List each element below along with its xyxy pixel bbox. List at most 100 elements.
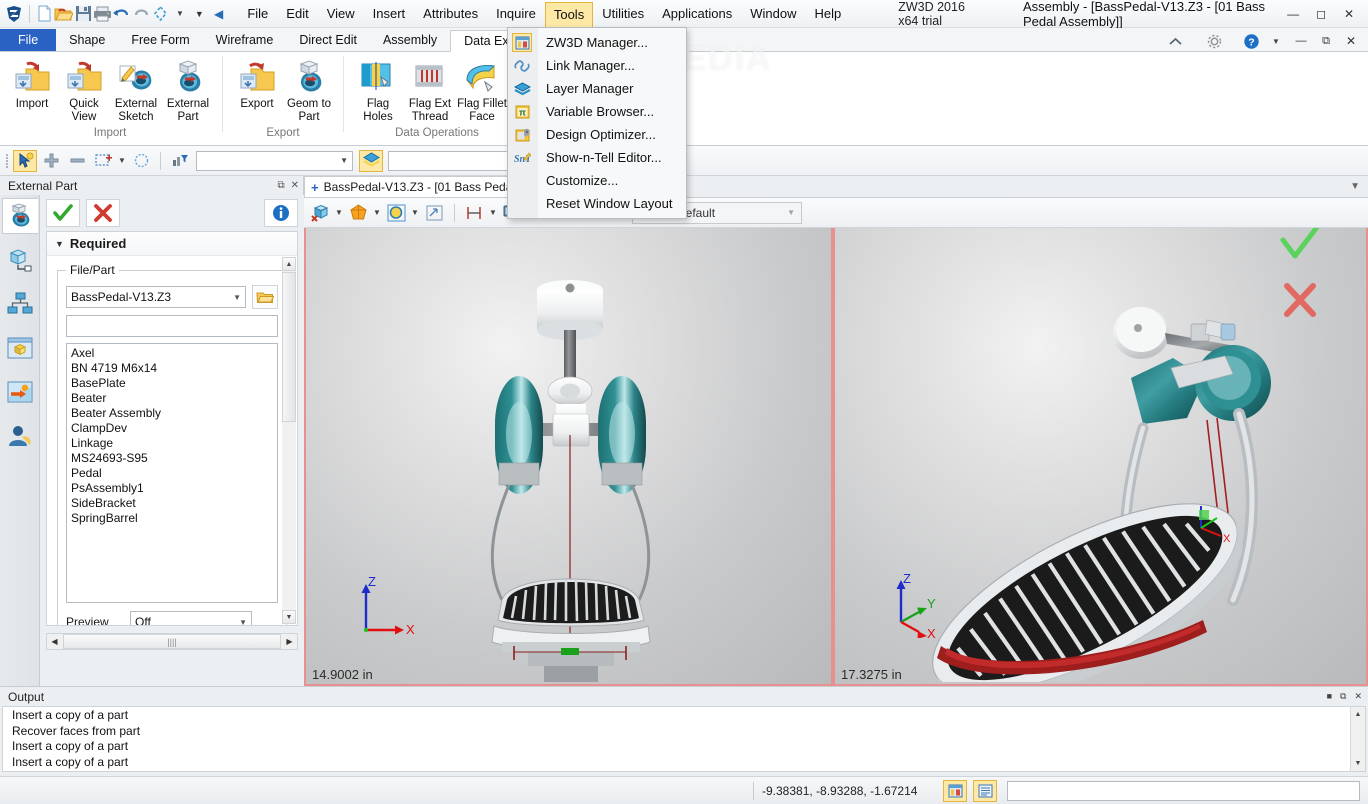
menu-inquire[interactable]: Inquire <box>487 2 545 26</box>
scroll-up-button[interactable]: ▲ <box>1351 707 1365 722</box>
tab-shape[interactable]: Shape <box>56 29 118 51</box>
redo-icon[interactable] <box>132 2 151 26</box>
output-body[interactable]: Insert a copy of a part Recover faces fr… <box>2 706 1366 772</box>
open-icon[interactable] <box>54 2 74 26</box>
list-item[interactable]: Beater <box>69 391 277 406</box>
menu-attributes[interactable]: Attributes <box>414 2 487 26</box>
menu-item-reset-window-layout[interactable]: Reset Window Layout <box>508 192 686 215</box>
sidebar-item-part-preview[interactable] <box>2 330 38 366</box>
more-commands-icon[interactable]: ▼ <box>190 2 209 26</box>
scroll-thumb[interactable] <box>282 272 296 422</box>
list-item[interactable]: PsAssembly1 <box>69 481 277 496</box>
file-combo[interactable]: BassPedal-V13.Z3 ▼ <box>66 286 246 308</box>
minimize-button[interactable]: — <box>1280 3 1306 25</box>
toolbar-grip[interactable] <box>4 152 11 170</box>
expand-icon[interactable]: + <box>311 180 319 195</box>
list-item[interactable]: Beater Assembly <box>69 406 277 421</box>
flag-holes-button[interactable]: Flag Holes <box>352 56 404 125</box>
save-icon[interactable] <box>73 2 92 26</box>
flag-ext-thread-button[interactable]: Flag Ext Thread <box>404 56 456 125</box>
circle-select-icon[interactable] <box>129 150 153 172</box>
help-icon[interactable]: ? <box>1240 31 1262 51</box>
panel-vertical-scrollbar[interactable]: ▲ ▼ <box>282 257 296 624</box>
preview-combo[interactable]: Off ▼ <box>130 611 252 625</box>
scroll-up-button[interactable]: ▲ <box>282 257 296 271</box>
list-item[interactable]: Axel <box>69 346 277 361</box>
sidebar-item-assembly-tree[interactable] <box>2 286 38 322</box>
browse-file-button[interactable] <box>252 285 278 309</box>
layer-icon[interactable] <box>359 149 383 172</box>
panel-horizontal-scrollbar[interactable]: ◀ |||| ▶ <box>46 633 298 650</box>
sidebar-item-animation[interactable] <box>2 374 38 410</box>
external-part-button[interactable]: External Part <box>162 56 214 125</box>
output-scrollbar[interactable]: ▲ ▼ <box>1350 707 1365 771</box>
sidebar-item-user[interactable] <box>2 418 38 454</box>
menu-view[interactable]: View <box>318 2 364 26</box>
list-item[interactable]: ClampDev <box>69 421 277 436</box>
tab-direct-edit[interactable]: Direct Edit <box>286 29 370 51</box>
export-button[interactable]: Export <box>231 56 283 113</box>
menu-utilities[interactable]: Utilities <box>593 2 653 26</box>
menu-item-zw3d-manager[interactable]: ZW3D Manager... <box>508 31 686 54</box>
menu-item-customize[interactable]: Customize... <box>508 169 686 192</box>
menu-file[interactable]: File <box>238 2 277 26</box>
menu-item-design-optimizer[interactable]: Design Optimizer... <box>508 123 686 146</box>
undo-icon[interactable] <box>112 2 131 26</box>
menu-item-link-manager[interactable]: Link Manager... <box>508 54 686 77</box>
scroll-down-button[interactable]: ▼ <box>282 610 296 624</box>
list-item[interactable]: BN 4719 M6x14 <box>69 361 277 376</box>
output-stop-icon[interactable]: ■ <box>1327 691 1332 702</box>
list-item[interactable]: MS24693-S95 <box>69 451 277 466</box>
selection-filter-combo[interactable]: ▼ <box>196 150 353 171</box>
viewport-iso[interactable]: X Z Y X 17.3275 in <box>833 228 1368 686</box>
import-button[interactable]: Import <box>6 56 58 113</box>
menu-applications[interactable]: Applications <box>653 2 741 26</box>
command-input[interactable] <box>1007 780 1360 801</box>
tab-file[interactable]: File <box>0 29 57 51</box>
menu-help[interactable]: Help <box>805 2 850 26</box>
ribbon-close-icon[interactable]: ✕ <box>1340 31 1362 51</box>
geom-to-part-button[interactable]: Geom to Part <box>283 56 335 125</box>
external-sketch-button[interactable]: External Sketch <box>110 56 162 125</box>
pick-filter-icon[interactable] <box>13 149 37 172</box>
remove-icon[interactable] <box>65 150 89 172</box>
cancel-button[interactable] <box>86 199 120 227</box>
output-close-icon[interactable]: ✕ <box>1354 691 1362 702</box>
tab-assembly[interactable]: Assembly <box>370 29 450 51</box>
scroll-down-button[interactable]: ▼ <box>1351 756 1365 771</box>
home-icon[interactable] <box>1164 31 1186 51</box>
close-button[interactable]: ✕ <box>1336 3 1362 25</box>
scroll-right-button[interactable]: ▶ <box>282 634 297 649</box>
menu-item-variable-browser[interactable]: π Variable Browser... <box>508 100 686 123</box>
maximize-button[interactable]: ◻ <box>1308 3 1334 25</box>
list-item[interactable]: Pedal <box>69 466 277 481</box>
filter-icon[interactable] <box>168 150 192 172</box>
panel-close-icon[interactable]: ✕ <box>291 180 299 191</box>
quick-view-button[interactable]: Quick View <box>58 56 110 125</box>
list-item[interactable]: SideBracket <box>69 496 277 511</box>
select-region-icon[interactable] <box>91 150 115 172</box>
panel-restore-icon[interactable]: ⧉ <box>277 180 284 191</box>
menu-item-layer-manager[interactable]: Layer Manager <box>508 77 686 100</box>
parts-listbox[interactable]: Axel BN 4719 M6x14 BasePlate Beater Beat… <box>66 343 278 603</box>
menu-window[interactable]: Window <box>741 2 805 26</box>
info-button[interactable] <box>264 199 298 227</box>
chevron-down-icon[interactable]: ▼ <box>117 156 127 165</box>
refresh-icon[interactable] <box>151 2 170 26</box>
section-required-header[interactable]: ▼ Required <box>47 232 297 256</box>
ribbon-minimize-icon[interactable]: — <box>1290 31 1312 51</box>
list-item[interactable]: SpringBarrel <box>69 511 277 526</box>
scroll-left-button[interactable]: ◀ <box>47 634 62 649</box>
viewport-front[interactable]: Z X 14.9002 in <box>304 228 833 686</box>
menu-insert[interactable]: Insert <box>364 2 415 26</box>
ribbon-restore-icon[interactable]: ⧉ <box>1315 31 1337 51</box>
list-item[interactable]: BasePlate <box>69 376 277 391</box>
hscroll-thumb[interactable]: |||| <box>63 634 281 649</box>
menu-tools[interactable]: Tools <box>544 1 594 28</box>
tab-wireframe[interactable]: Wireframe <box>203 29 287 51</box>
collapse-tabs-icon[interactable]: ▼ <box>1350 181 1368 192</box>
measure-toggle-icon[interactable] <box>943 779 968 802</box>
list-toggle-icon[interactable] <box>973 779 998 802</box>
tab-free-form[interactable]: Free Form <box>118 29 202 51</box>
menu-item-show-n-tell-editor[interactable]: SnT Show-n-Tell Editor... <box>508 146 686 169</box>
